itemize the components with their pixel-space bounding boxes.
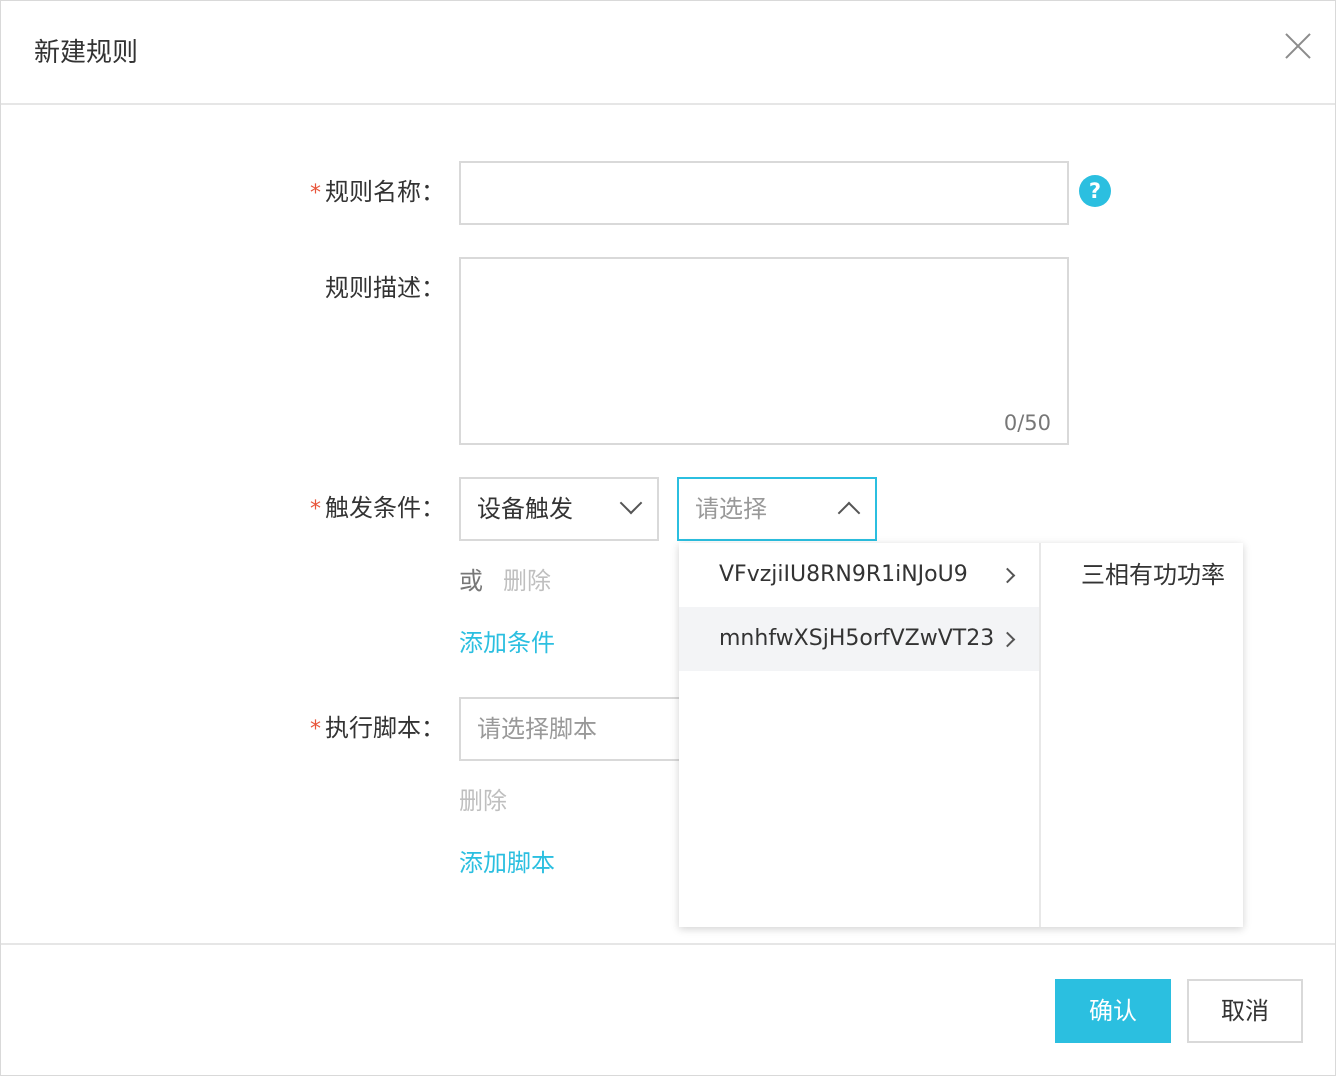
trigger-type-value: 设备触发 [477, 495, 573, 523]
device-select-placeholder: 请选择 [695, 495, 767, 523]
cancel-button[interactable]: 取消 [1187, 979, 1303, 1043]
cascader-level2: 三相有功功率 [1041, 543, 1243, 927]
trigger-type-select[interactable]: 设备触发 [459, 477, 659, 541]
dialog-title: 新建规则 [34, 38, 139, 68]
new-rule-dialog: 新建规则 * 规则名称： ? 规则描述： 0/50 * 触发条件： 设备触发 请选择… [0, 0, 1336, 1076]
cascader-option[interactable]: VFvzjiIU8RN9R1iNJoU9 [679, 543, 1039, 607]
device-cascader-dropdown: VFvzjiIU8RN9R1iNJoU9 mnhfwXSjH5orfVZwVT2… [679, 543, 1243, 927]
script-select-placeholder: 请选择脚本 [477, 715, 597, 743]
footer-divider [1, 943, 1335, 945]
rule-name-input[interactable] [459, 161, 1069, 225]
or-text: 或 [459, 567, 483, 595]
confirm-button[interactable]: 确认 [1055, 979, 1171, 1043]
add-script-link[interactable]: 添加脚本 [459, 843, 555, 878]
script-label: * 执行脚本： [310, 714, 445, 742]
rule-desc-label: 规则描述： [325, 274, 445, 302]
delete-condition-link[interactable]: 删除 [503, 561, 551, 596]
trigger-label: * 触发条件： [310, 494, 445, 522]
chevron-down-icon [619, 491, 643, 515]
chevron-right-icon [999, 631, 1016, 648]
device-select[interactable]: 请选择 [677, 477, 877, 541]
rule-desc-textarea[interactable]: 0/50 [459, 257, 1069, 445]
cascader-option[interactable]: mnhfwXSjH5orfVZwVT23 [679, 607, 1039, 671]
chevron-up-icon [837, 501, 861, 525]
chevron-right-icon [999, 567, 1016, 584]
rule-name-label: * 规则名称： [310, 178, 445, 206]
script-select[interactable]: 请选择脚本 [459, 697, 683, 761]
required-mark: * [310, 181, 321, 206]
add-condition-link[interactable]: 添加条件 [459, 623, 555, 658]
required-mark: * [310, 717, 321, 742]
dialog-header: 新建规则 [1, 1, 1335, 105]
delete-script-link[interactable]: 删除 [459, 781, 507, 816]
close-icon[interactable] [1283, 31, 1313, 61]
help-icon[interactable]: ? [1079, 175, 1111, 207]
required-mark: * [310, 497, 321, 522]
char-counter: 0/50 [1003, 411, 1051, 435]
cascader-level1: VFvzjiIU8RN9R1iNJoU9 mnhfwXSjH5orfVZwVT2… [679, 543, 1041, 927]
cascader-option[interactable]: 三相有功功率 [1041, 543, 1243, 607]
